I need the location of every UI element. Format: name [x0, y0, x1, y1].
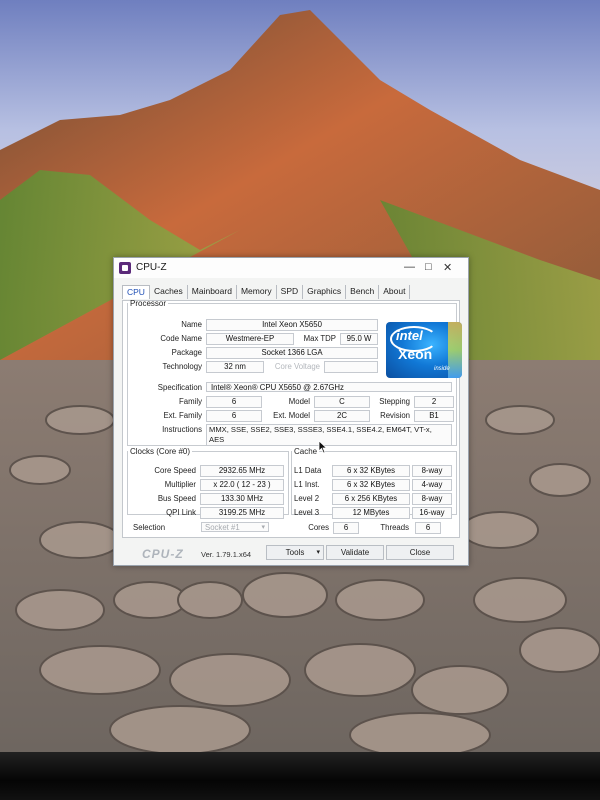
- tab-mainboard[interactable]: Mainboard: [188, 285, 237, 299]
- processor-legend: Processor: [130, 299, 167, 308]
- validate-button[interactable]: Validate: [326, 545, 384, 560]
- tools-button[interactable]: Tools ▾: [266, 545, 324, 560]
- stepping-label: Stepping: [379, 397, 410, 406]
- specification-value: Intel® Xeon® CPU X5650 @ 2.67GHz: [206, 382, 452, 392]
- version-text: Ver. 1.79.1.x64: [201, 550, 252, 559]
- ext-family-label: Ext. Family: [163, 411, 202, 420]
- intel-xeon-logo: intel Xeon inside: [386, 322, 462, 378]
- qpi-link-label: QPI Link: [166, 508, 196, 517]
- tab-cpu[interactable]: CPU: [122, 285, 150, 299]
- name-label: Name: [181, 320, 202, 329]
- model-value: C: [314, 396, 370, 408]
- tab-about[interactable]: About: [379, 285, 411, 299]
- max-tdp-value: 95.0 W: [340, 333, 378, 345]
- cache-row-size: 6 x 256 KBytes: [332, 493, 410, 505]
- multiplier-label: Multiplier: [164, 480, 196, 489]
- bus-speed-value: 133.30 MHz: [200, 493, 284, 505]
- cache-row-size: 6 x 32 KBytes: [332, 479, 410, 491]
- maximize-button[interactable]: □: [425, 261, 432, 273]
- qpi-link-value: 3199.25 MHz: [200, 507, 284, 519]
- tools-button-label: Tools: [285, 548, 305, 557]
- cpuz-window[interactable]: CPU-Z — □ ✕ CPU Caches Mainboard Memory …: [113, 257, 469, 566]
- family-value: 6: [206, 396, 262, 408]
- family-label: Family: [179, 397, 202, 406]
- stepping-value: 2: [414, 396, 454, 408]
- core-speed-value: 2932.65 MHz: [200, 465, 284, 477]
- code-name-value: Westmere-EP: [206, 333, 294, 345]
- cache-row-ways: 8-way: [412, 465, 452, 477]
- package-label: Package: [171, 348, 202, 357]
- tab-bar: CPU Caches Mainboard Memory SPD Graphics…: [122, 285, 411, 299]
- revision-value: B1: [414, 410, 454, 422]
- chevron-down-icon: ▾: [316, 549, 320, 556]
- tab-graphics[interactable]: Graphics: [303, 285, 347, 299]
- multiplier-value: x 22.0 ( 12 - 23 ): [200, 479, 284, 491]
- cache-row-ways: 4-way: [412, 479, 452, 491]
- technology-value: 32 nm: [206, 361, 264, 373]
- cpuz-app-icon: [119, 262, 131, 274]
- close-window-button[interactable]: ✕: [443, 261, 452, 274]
- clocks-group: Clocks (Core #0) Core Speed 2932.65 MHz …: [127, 447, 289, 519]
- instructions-line-2: AES: [209, 435, 225, 444]
- threads-value: 6: [415, 522, 441, 534]
- tab-spd[interactable]: SPD: [277, 285, 304, 299]
- footer-bar: CPU-Z Ver. 1.79.1.x64 Tools ▾ Validate C…: [114, 542, 468, 564]
- code-name-label: Code Name: [160, 334, 202, 343]
- logo-product-text: Xeon: [398, 346, 433, 362]
- technology-label: Technology: [162, 362, 202, 371]
- selection-label: Selection: [133, 523, 166, 532]
- cores-value: 6: [333, 522, 359, 534]
- title-bar[interactable]: CPU-Z — □ ✕: [114, 258, 468, 278]
- specification-label: Specification: [157, 383, 202, 392]
- instructions-box: MMX, SSE, SSE2, SSE3, SSSE3, SSE4.1, SSE…: [206, 424, 452, 446]
- threads-label: Threads: [380, 523, 409, 532]
- cache-row-ways: 8-way: [412, 493, 452, 505]
- cache-legend: Cache: [294, 447, 318, 456]
- cache-group: Cache L1 Data 6 x 32 KBytes 8-way L1 Ins…: [291, 447, 457, 519]
- tab-memory[interactable]: Memory: [237, 285, 277, 299]
- cache-row-label: Level 3: [294, 508, 320, 517]
- core-voltage-label: Core Voltage: [274, 362, 320, 371]
- ext-model-label: Ext. Model: [273, 411, 310, 420]
- bus-speed-label: Bus Speed: [157, 494, 196, 503]
- close-button[interactable]: Close: [386, 545, 454, 560]
- mouse-cursor-icon: [318, 440, 328, 454]
- cores-label: Cores: [308, 523, 329, 532]
- cpu-panel: Processor Name Intel Xeon X5650 Code Nam…: [122, 299, 462, 538]
- name-value: Intel Xeon X5650: [206, 319, 378, 331]
- processor-group: Processor Name Intel Xeon X5650 Code Nam…: [127, 299, 462, 446]
- logo-brand-text: intel: [396, 328, 423, 343]
- chevron-down-icon: ▾: [261, 524, 265, 531]
- clocks-legend: Clocks (Core #0): [130, 447, 191, 456]
- monitor-bezel: [0, 752, 600, 800]
- logo-accent: [448, 322, 462, 378]
- socket-select[interactable]: Socket #1 ▾: [201, 522, 269, 532]
- core-voltage-value: [324, 361, 378, 373]
- cache-row-ways: 16-way: [412, 507, 452, 519]
- instructions-label: Instructions: [162, 425, 202, 434]
- minimize-button[interactable]: —: [404, 261, 415, 273]
- max-tdp-label: Max TDP: [303, 334, 336, 343]
- ext-family-value: 6: [206, 410, 262, 422]
- cache-row-label: Level 2: [294, 494, 320, 503]
- cache-row-label: L1 Inst.: [294, 480, 320, 489]
- cache-row-size: 12 MBytes: [332, 507, 410, 519]
- core-speed-label: Core Speed: [154, 466, 196, 475]
- window-title: CPU-Z: [136, 262, 167, 273]
- socket-select-value: Socket #1: [205, 523, 240, 532]
- cache-row-label: L1 Data: [294, 466, 322, 475]
- revision-label: Revision: [380, 411, 410, 420]
- tab-caches[interactable]: Caches: [150, 285, 188, 299]
- model-label: Model: [288, 397, 310, 406]
- instructions-line-1: MMX, SSE, SSE2, SSE3, SSSE3, SSE4.1, SSE…: [209, 425, 432, 434]
- tab-bench[interactable]: Bench: [346, 285, 380, 299]
- package-value: Socket 1366 LGA: [206, 347, 378, 359]
- ext-model-value: 2C: [314, 410, 370, 422]
- logo-tagline-text: inside: [434, 366, 450, 372]
- cache-row-size: 6 x 32 KBytes: [332, 465, 410, 477]
- cpuz-brand-logo: CPU-Z: [142, 547, 184, 561]
